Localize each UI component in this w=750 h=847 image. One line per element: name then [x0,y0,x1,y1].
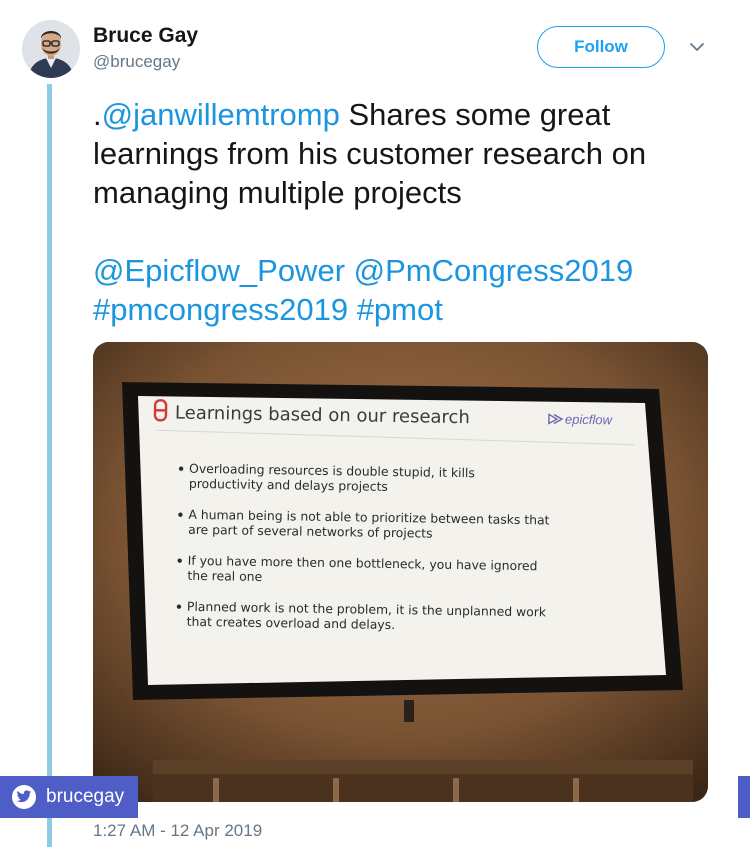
tweet-line-3: managing multiple projects [93,175,462,210]
avatar[interactable] [22,20,80,78]
tweet-line-2: learnings from his customer research on [93,136,647,171]
slide-brand-text: epicflow [565,412,614,428]
hashtag-pmcongress2019[interactable]: #pmcongress2019 [93,292,348,327]
mention-janwillemtromp[interactable]: @janwillemtromp [102,97,340,132]
tweet-photo[interactable]: Learnings based on our research epicflow… [93,342,708,802]
tweet-text: .@janwillemtromp Shares some great learn… [93,95,723,329]
tweet-text-segment: Shares some great [339,97,611,132]
badge-label: brucegay [46,786,125,807]
tweet-prefix: . [93,97,102,132]
mention-epicflow-power[interactable]: @Epicflow_Power [93,253,345,288]
author-handle[interactable]: @brucegay [93,52,180,72]
tweet-line-hashtags: #pmcongress2019 #pmot [93,290,723,329]
mention-pmcongress2019[interactable]: @PmCongress2019 [354,253,634,288]
presentation-screen-photo: Learnings based on our research epicflow… [93,342,708,802]
user-photo-icon [22,20,80,78]
embed-badge[interactable]: brucegay [0,776,138,818]
hashtag-pmot[interactable]: #pmot [357,292,443,327]
twitter-bird-icon [12,785,36,809]
author-display-name[interactable]: Bruce Gay [93,24,198,48]
thread-line [47,84,52,847]
slide-bullet-1-line-2: productivity and delays projects [189,476,388,494]
tweet-line-mentions: @Epicflow_Power @PmCongress2019 [93,251,723,290]
slide-bullet-3-line-2: the real one [187,568,262,584]
tweet-timestamp[interactable]: 1:27 AM - 12 Apr 2019 [93,821,262,841]
chevron-down-icon[interactable] [688,38,706,56]
side-tab[interactable] [738,776,750,818]
follow-button[interactable]: Follow [537,26,665,68]
tweet-line-1: .@janwillemtromp Shares some great [93,95,723,134]
